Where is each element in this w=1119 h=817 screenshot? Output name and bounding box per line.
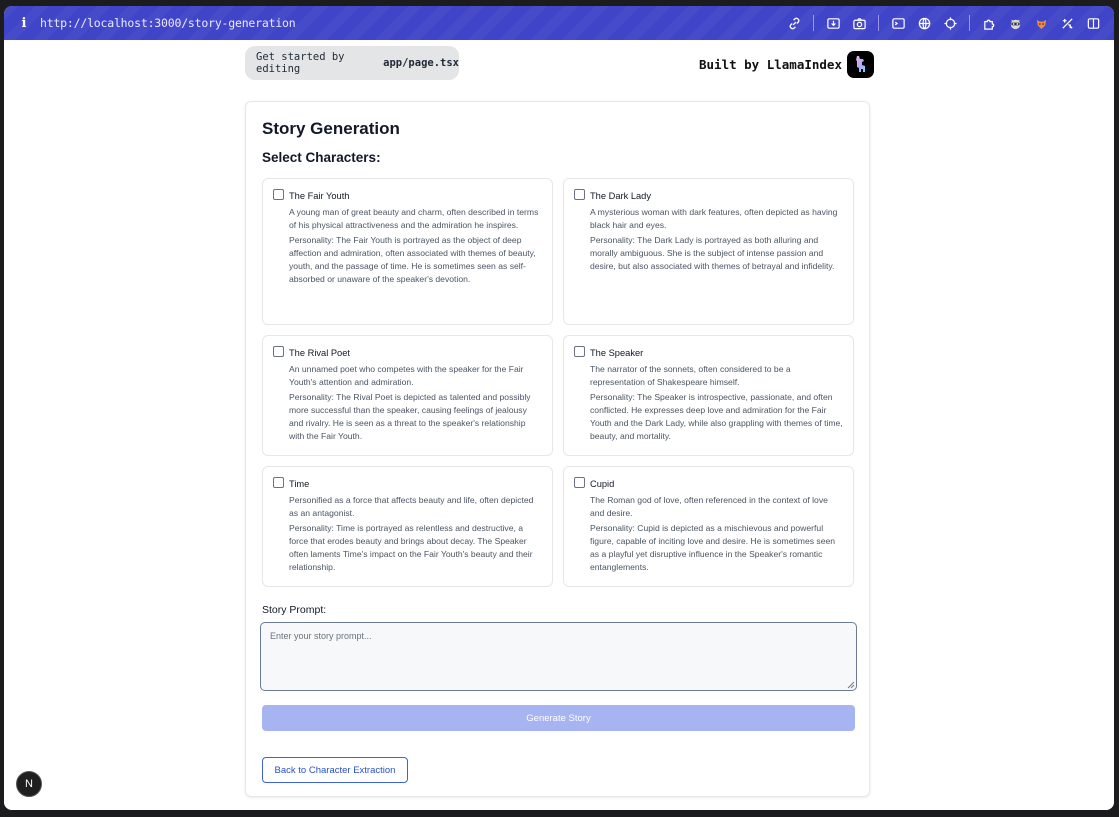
page-content: Get started by editing app/page.tsx Buil… <box>4 40 1114 810</box>
character-name: The Dark Lady <box>590 191 651 201</box>
page-title: Story Generation <box>262 119 400 138</box>
character-name: Time <box>289 479 310 489</box>
character-checkbox[interactable] <box>273 189 284 200</box>
character-checkbox[interactable] <box>574 477 585 488</box>
nextjs-dev-badge[interactable]: N <box>16 771 42 797</box>
character-name: Cupid <box>590 479 615 489</box>
character-name: The Rival Poet <box>289 348 350 358</box>
install-icon[interactable] <box>822 12 844 34</box>
character-checkbox[interactable] <box>273 477 284 488</box>
character-card[interactable]: The Fair Youth A young man of great beau… <box>262 178 553 325</box>
character-personality: Personality: The Rival Poet is depicted … <box>289 392 531 441</box>
target-icon[interactable] <box>939 12 961 34</box>
terminal-icon[interactable] <box>887 12 909 34</box>
link-icon[interactable] <box>783 12 805 34</box>
character-description: The Roman god of love, often referenced … <box>590 495 828 518</box>
character-name: The Speaker <box>590 348 644 358</box>
character-personality: Personality: The Dark Lady is portrayed … <box>590 235 835 271</box>
character-personality: Personality: Time is portrayed as relent… <box>289 523 533 572</box>
character-checkbox[interactable] <box>574 346 585 357</box>
character-card[interactable]: Cupid The Roman god of love, often refer… <box>563 466 854 587</box>
url-text[interactable]: http://localhost:3000/story-generation <box>40 16 296 30</box>
character-card[interactable]: The Rival Poet An unnamed poet who compe… <box>262 335 553 456</box>
character-card[interactable]: The Dark Lady A mysterious woman with da… <box>563 178 854 325</box>
site-info-icon[interactable]: i <box>16 16 32 31</box>
toolbar-divider <box>969 15 970 31</box>
back-to-character-extraction-button[interactable]: Back to Character Extraction <box>262 757 408 783</box>
get-started-banner: Get started by editing app/page.tsx <box>245 46 459 80</box>
get-started-file: app/page.tsx <box>383 57 459 69</box>
raccoon-extension-icon[interactable] <box>1004 12 1026 34</box>
character-card[interactable]: The Speaker The narrator of the sonnets,… <box>563 335 854 456</box>
built-by-link[interactable]: Built by LlamaIndex <box>699 50 874 78</box>
browser-toolbar <box>781 6 1106 40</box>
toolbar-divider <box>878 15 879 31</box>
select-characters-heading: Select Characters: <box>262 150 381 165</box>
browser-window: i http://localhost:3000/story-generation <box>4 6 1114 810</box>
get-started-text: Get started by editing <box>256 51 345 75</box>
character-name: The Fair Youth <box>289 191 350 201</box>
llamaindex-logo-icon <box>847 50 874 78</box>
globe-icon[interactable] <box>913 12 935 34</box>
character-checkbox[interactable] <box>273 346 284 357</box>
resize-grip-icon[interactable] <box>847 681 855 689</box>
sidebar-icon[interactable] <box>1082 12 1104 34</box>
character-checkbox[interactable] <box>574 189 585 200</box>
character-personality: Personality: The Fair Youth is portrayed… <box>289 235 536 284</box>
generate-story-button[interactable]: Generate Story <box>262 705 855 731</box>
story-prompt-input[interactable] <box>260 622 857 691</box>
extension-icon[interactable] <box>1056 12 1078 34</box>
character-description: A mysterious woman with dark features, o… <box>590 207 838 230</box>
character-personality: Personality: The Speaker is introspectiv… <box>590 392 843 441</box>
toolbar-divider <box>813 15 814 31</box>
puzzle-icon[interactable] <box>978 12 1000 34</box>
fox-extension-icon[interactable] <box>1030 12 1052 34</box>
built-by-text: Built by LlamaIndex <box>699 56 842 72</box>
character-description: A young man of great beauty and charm, o… <box>289 207 539 230</box>
character-description: An unnamed poet who competes with the sp… <box>289 364 524 387</box>
camera-icon[interactable] <box>848 12 870 34</box>
character-card[interactable]: Time Personified as a force that affects… <box>262 466 553 587</box>
character-personality: Personality: Cupid is depicted as a misc… <box>590 523 836 572</box>
browser-address-bar: i http://localhost:3000/story-generation <box>4 6 1114 40</box>
character-description: Personified as a force that affects beau… <box>289 495 534 518</box>
story-generation-card: Story Generation Select Characters: The … <box>245 101 870 797</box>
story-prompt-label: Story Prompt: <box>262 604 327 616</box>
character-description: The narrator of the sonnets, often consi… <box>590 364 791 387</box>
